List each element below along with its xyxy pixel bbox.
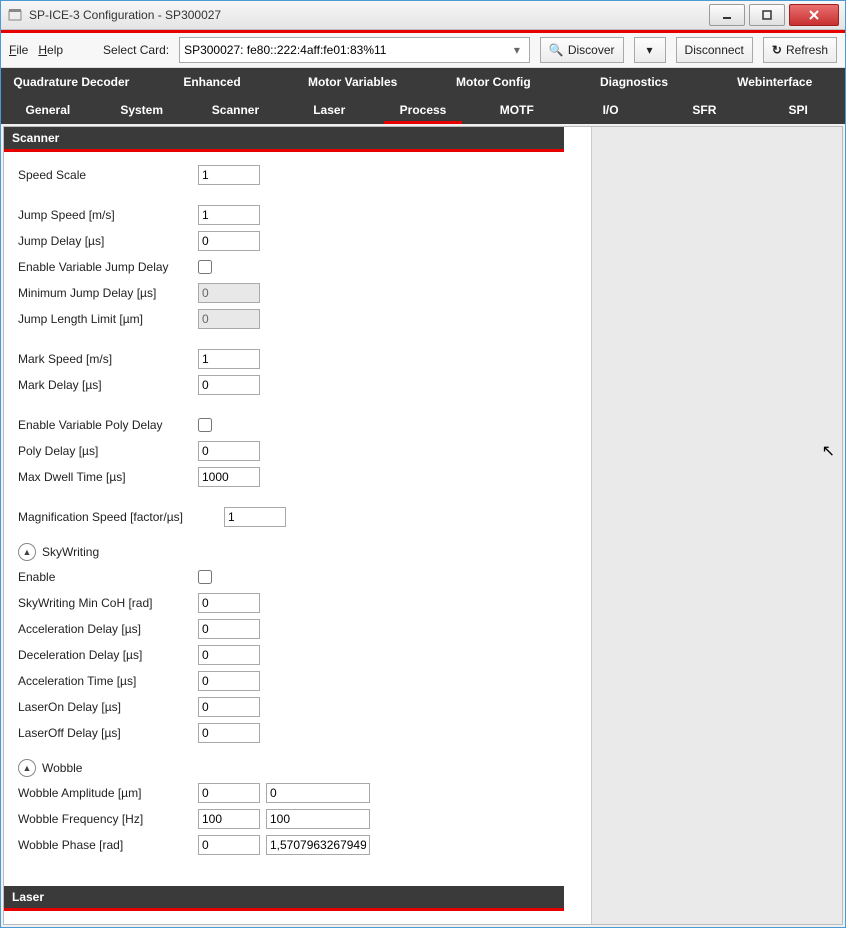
tab-motor-variables[interactable]: Motor Variables [282, 68, 423, 96]
discover-label: Discover [568, 43, 615, 57]
label-jump-length-limit: Jump Length Limit [µm] [18, 312, 192, 326]
label-sw-accel-time: Acceleration Time [µs] [18, 674, 192, 688]
discover-button[interactable]: 🔍 Discover [540, 37, 624, 63]
titlebar: SP-ICE-3 Configuration - SP300027 [1, 1, 845, 30]
maximize-button[interactable] [749, 4, 785, 26]
input-sw-min-coh[interactable] [198, 593, 260, 613]
input-wobble-amplitude-2[interactable] [266, 783, 370, 803]
menu-help[interactable]: Help [38, 43, 63, 57]
tab-motor-config[interactable]: Motor Config [423, 68, 564, 96]
label-wobble-phase: Wobble Phase [rad] [18, 838, 192, 852]
right-gutter [591, 127, 842, 924]
tab-webinterface[interactable]: Webinterface [704, 68, 845, 96]
discover-dropdown[interactable]: ▾ [634, 37, 666, 63]
label-sw-laseroff-delay: LaserOff Delay [µs] [18, 726, 192, 740]
window-title: SP-ICE-3 Configuration - SP300027 [29, 8, 221, 22]
label-poly-delay: Poly Delay [µs] [18, 444, 192, 458]
label-enable-var-poly-delay: Enable Variable Poly Delay [18, 418, 192, 432]
input-mark-speed[interactable] [198, 349, 260, 369]
refresh-icon: ↻ [772, 43, 782, 57]
card-select-value: SP300027: fe80::222:4aff:fe01:83%11 [184, 43, 505, 57]
tab-scanner[interactable]: Scanner [189, 96, 283, 124]
input-jump-speed[interactable] [198, 205, 260, 225]
close-button[interactable] [789, 4, 839, 26]
input-jump-length-limit [198, 309, 260, 329]
checkbox-enable-var-jump-delay[interactable] [198, 260, 212, 274]
tab-quadrature-decoder[interactable]: Quadrature Decoder [1, 68, 142, 96]
input-magnification-speed[interactable] [224, 507, 286, 527]
label-magnification-speed: Magnification Speed [factor/µs] [18, 510, 218, 524]
label-wobble-amplitude: Wobble Amplitude [µm] [18, 786, 192, 800]
tab-general[interactable]: General [1, 96, 95, 124]
input-jump-delay[interactable] [198, 231, 260, 251]
input-wobble-amplitude-1[interactable] [198, 783, 260, 803]
collapse-skywriting[interactable]: ▲ [18, 543, 36, 561]
tab-i-o[interactable]: I/O [564, 96, 658, 124]
search-icon: 🔍 [549, 43, 564, 57]
input-mark-delay[interactable] [198, 375, 260, 395]
label-wobble-frequency: Wobble Frequency [Hz] [18, 812, 192, 826]
input-wobble-frequency-1[interactable] [198, 809, 260, 829]
input-speed-scale[interactable] [198, 165, 260, 185]
input-min-jump-delay [198, 283, 260, 303]
disconnect-button[interactable]: Disconnect [676, 37, 753, 63]
input-sw-laseron-delay[interactable] [198, 697, 260, 717]
input-max-dwell-time[interactable] [198, 467, 260, 487]
input-wobble-phase-2[interactable] [266, 835, 370, 855]
tab-diagnostics[interactable]: Diagnostics [564, 68, 705, 96]
toolbar: File Help Select Card: SP300027: fe80::2… [1, 33, 845, 68]
label-jump-speed: Jump Speed [m/s] [18, 208, 192, 222]
disconnect-label: Disconnect [685, 43, 744, 57]
tab-laser[interactable]: Laser [282, 96, 376, 124]
app-icon [7, 7, 23, 23]
refresh-button[interactable]: ↻ Refresh [763, 37, 837, 63]
tab-bar: Quadrature DecoderEnhancedMotor Variable… [1, 68, 845, 124]
chevron-down-icon: ▾ [509, 39, 525, 61]
tab-system[interactable]: System [95, 96, 189, 124]
content-scroll[interactable]: Scanner Speed Scale Jump Speed [m/s] Jum… [4, 127, 591, 924]
refresh-label: Refresh [786, 43, 828, 57]
menu-file[interactable]: File [9, 43, 28, 57]
tab-enhanced[interactable]: Enhanced [142, 68, 283, 96]
label-sw-accel-delay: Acceleration Delay [µs] [18, 622, 192, 636]
label-mark-delay: Mark Delay [µs] [18, 378, 192, 392]
input-sw-accel-delay[interactable] [198, 619, 260, 639]
label-jump-delay: Jump Delay [µs] [18, 234, 192, 248]
card-select[interactable]: SP300027: fe80::222:4aff:fe01:83%11 ▾ [179, 37, 530, 63]
tab-motf[interactable]: MOTF [470, 96, 564, 124]
group-wobble-title: Wobble [42, 761, 82, 775]
checkbox-sw-enable[interactable] [198, 570, 212, 584]
section-scanner-header: Scanner [4, 127, 564, 152]
label-min-jump-delay: Minimum Jump Delay [µs] [18, 286, 192, 300]
collapse-wobble[interactable]: ▲ [18, 759, 36, 777]
section-laser-header: Laser [4, 886, 564, 911]
tab-process[interactable]: Process [376, 96, 470, 124]
input-wobble-frequency-2[interactable] [266, 809, 370, 829]
group-skywriting-title: SkyWriting [42, 545, 99, 559]
minimize-button[interactable] [709, 4, 745, 26]
input-poly-delay[interactable] [198, 441, 260, 461]
label-speed-scale: Speed Scale [18, 168, 192, 182]
checkbox-enable-var-poly-delay[interactable] [198, 418, 212, 432]
content-outer: Scanner Speed Scale Jump Speed [m/s] Jum… [3, 126, 843, 925]
label-sw-min-coh: SkyWriting Min CoH [rad] [18, 596, 192, 610]
label-max-dwell-time: Max Dwell Time [µs] [18, 470, 192, 484]
input-sw-decel-delay[interactable] [198, 645, 260, 665]
label-sw-decel-delay: Deceleration Delay [µs] [18, 648, 192, 662]
label-sw-enable: Enable [18, 570, 192, 584]
input-sw-accel-time[interactable] [198, 671, 260, 691]
input-wobble-phase-1[interactable] [198, 835, 260, 855]
chevron-down-icon: ▾ [647, 43, 653, 57]
label-mark-speed: Mark Speed [m/s] [18, 352, 192, 366]
tab-spi[interactable]: SPI [751, 96, 845, 124]
label-sw-laseron-delay: LaserOn Delay [µs] [18, 700, 192, 714]
input-sw-laseroff-delay[interactable] [198, 723, 260, 743]
label-enable-var-jump-delay: Enable Variable Jump Delay [18, 260, 192, 274]
tab-sfr[interactable]: SFR [657, 96, 751, 124]
select-card-label: Select Card: [103, 43, 169, 57]
